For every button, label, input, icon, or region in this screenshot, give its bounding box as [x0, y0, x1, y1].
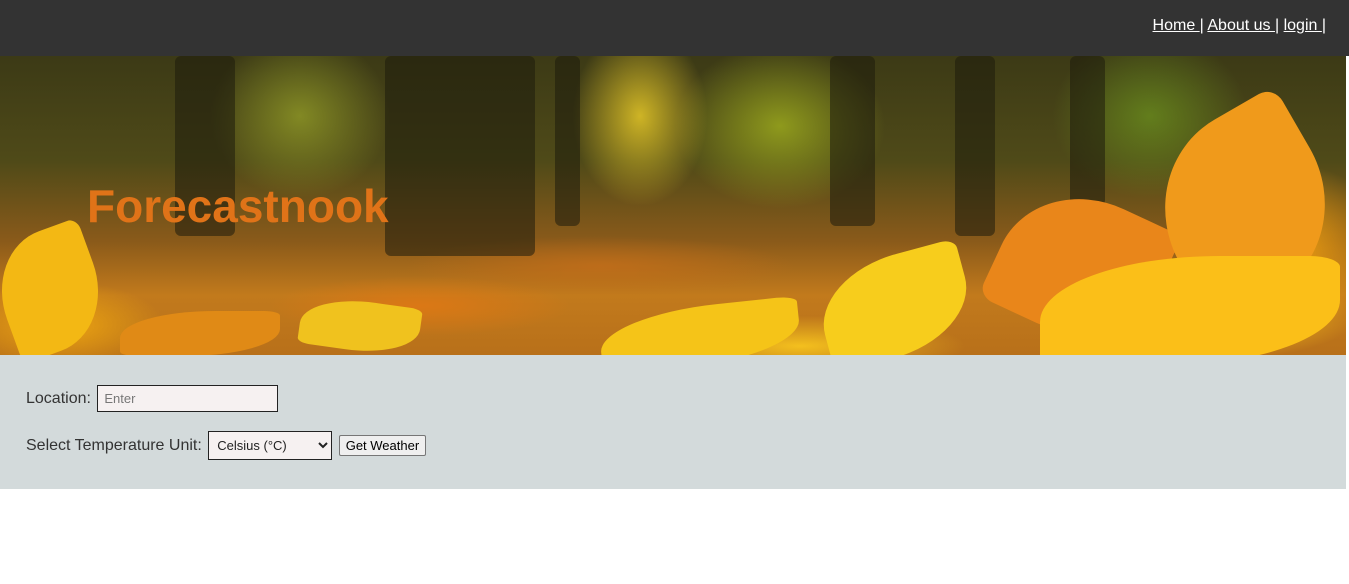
nav-separator: | — [1321, 17, 1326, 34]
tree-trunk — [385, 56, 535, 256]
leaf — [0, 217, 118, 355]
tree-trunk — [1070, 56, 1105, 206]
nav-links: Home | About us | login | — [1153, 17, 1326, 35]
location-label: Location: — [26, 389, 91, 407]
unit-row: Select Temperature Unit: Celsius (°C) Ge… — [26, 431, 427, 460]
location-row: Location: — [26, 385, 279, 412]
tree-trunk — [830, 56, 875, 226]
weather-form-panel: Location: Select Temperature Unit: Celsi… — [0, 355, 1346, 489]
location-input[interactable] — [97, 385, 279, 412]
tree-trunk — [555, 56, 580, 226]
get-weather-button[interactable]: Get Weather — [338, 435, 427, 456]
leaf — [597, 295, 803, 355]
hero-banner-autumn-leaves: Forecastnook — [0, 56, 1346, 355]
site-title: Forecastnook — [87, 180, 389, 232]
nav-separator: | — [1199, 17, 1204, 34]
nav-link-home[interactable]: Home — [1153, 17, 1200, 34]
nav-link-login[interactable]: login — [1284, 17, 1322, 34]
leaf — [297, 292, 423, 355]
nav-separator: | — [1274, 17, 1280, 34]
temperature-unit-label: Select Temperature Unit: — [26, 436, 202, 454]
nav-link-about-us[interactable]: About us — [1207, 17, 1275, 34]
top-navigation-bar: Home | About us | login | — [0, 0, 1349, 56]
temperature-unit-select[interactable]: Celsius (°C) — [208, 431, 333, 460]
leaf — [809, 238, 981, 355]
tree-trunk — [955, 56, 995, 236]
leaf — [120, 311, 280, 355]
